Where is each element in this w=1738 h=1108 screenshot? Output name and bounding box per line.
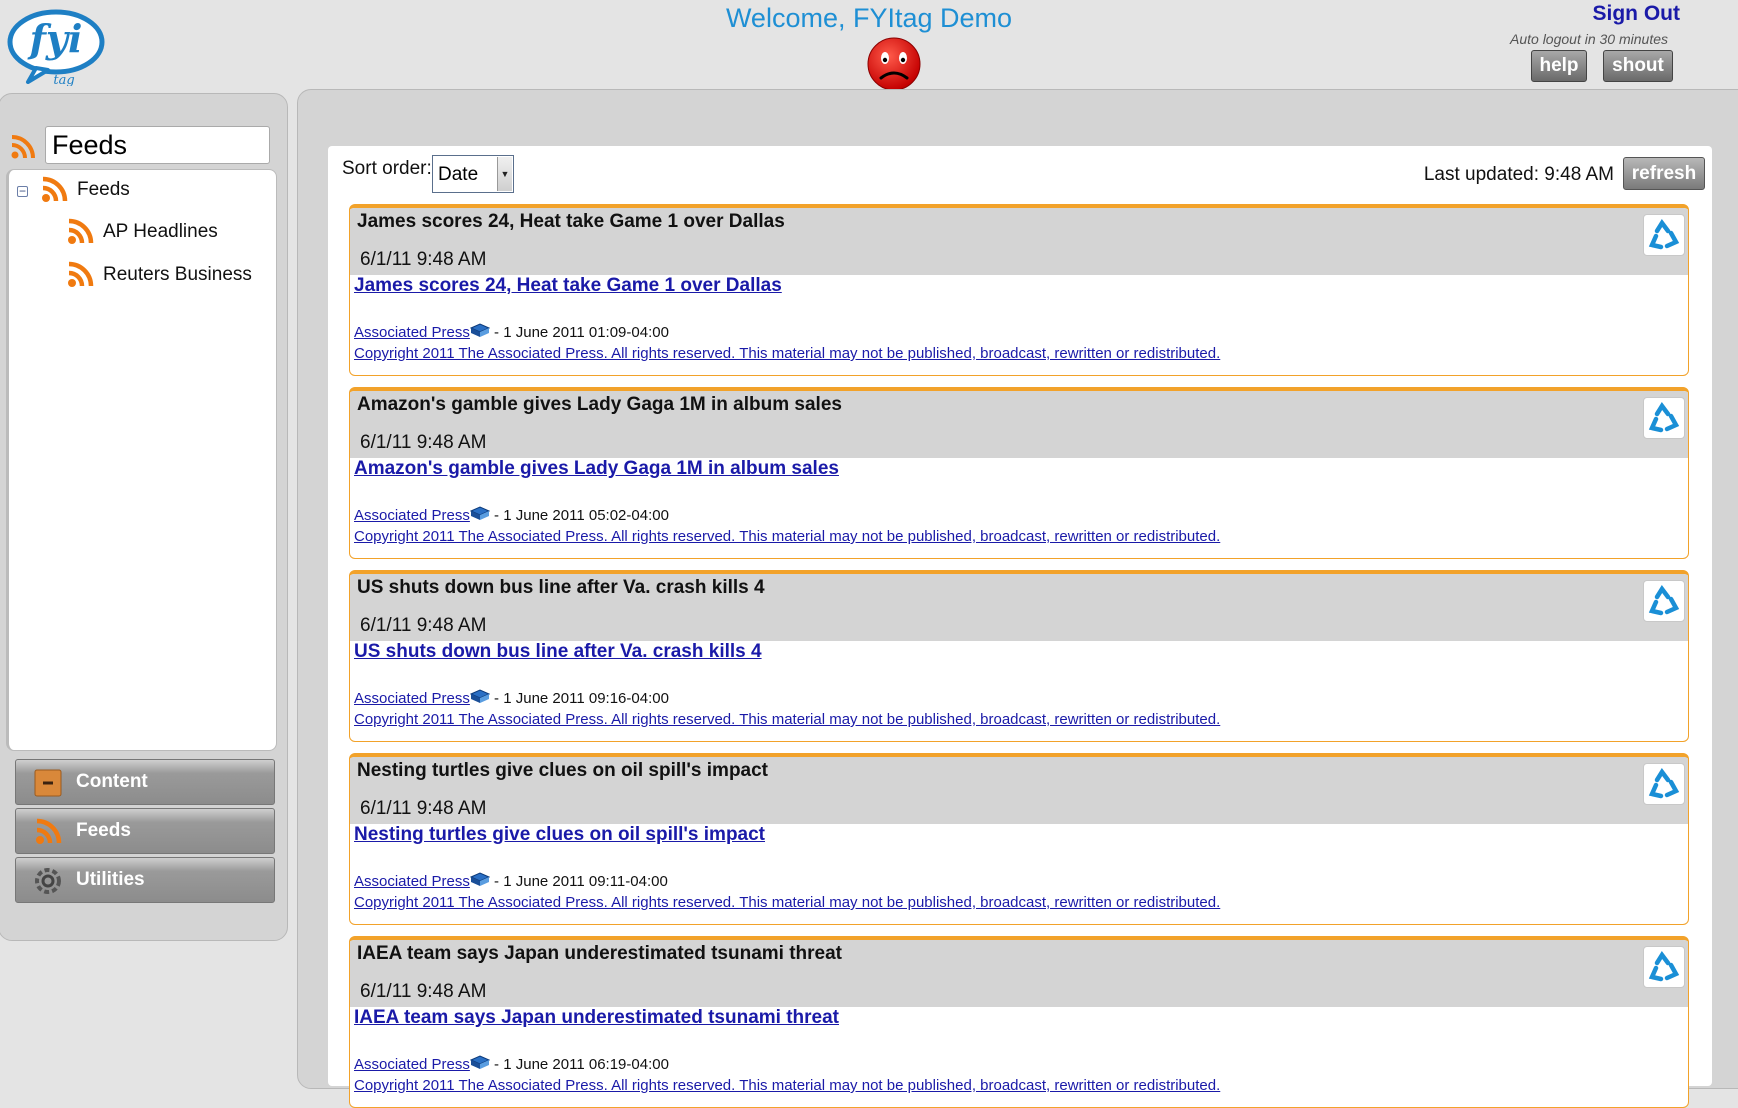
recycle-button[interactable] bbox=[1643, 580, 1685, 622]
refresh-button[interactable]: refresh bbox=[1623, 157, 1705, 190]
recycle-button[interactable] bbox=[1643, 397, 1685, 439]
feed-item-header: Amazon's gamble gives Lady Gaga 1M in al… bbox=[350, 391, 1688, 458]
recycle-button[interactable] bbox=[1643, 946, 1685, 988]
feed-item-source-line: Associated Press - 1 June 2011 01:09-04:… bbox=[354, 323, 669, 341]
recycle-button[interactable] bbox=[1643, 214, 1685, 256]
feed-item-title: Amazon's gamble gives Lady Gaga 1M in al… bbox=[357, 394, 842, 415]
feed-item-header: Nesting turtles give clues on oil spill'… bbox=[350, 757, 1688, 824]
last-updated-text: Last updated: 9:48 AM bbox=[1423, 164, 1614, 185]
copyright-link[interactable]: Copyright 2011 The Associated Press. All… bbox=[354, 1077, 1220, 1094]
content-icon bbox=[34, 769, 62, 797]
nav-label: Feeds bbox=[76, 820, 131, 841]
book-icon[interactable] bbox=[469, 323, 490, 339]
nav-feeds-button[interactable]: Feeds bbox=[15, 808, 275, 854]
feed-item-card: James scores 24, Heat take Game 1 over D… bbox=[349, 204, 1689, 376]
feed-item-date: 6/1/11 9:48 AM bbox=[360, 249, 487, 270]
published-date: - 1 June 2011 05:02-04:00 bbox=[489, 507, 669, 524]
copyright-link[interactable]: Copyright 2011 The Associated Press. All… bbox=[354, 345, 1220, 362]
recycle-icon bbox=[1648, 402, 1680, 433]
recycle-icon bbox=[1648, 768, 1680, 799]
tree-item-label: Feeds bbox=[77, 179, 130, 200]
nav-label: Utilities bbox=[76, 869, 145, 890]
copyright-link[interactable]: Copyright 2011 The Associated Press. All… bbox=[354, 528, 1220, 545]
feed-item-title: US shuts down bus line after Va. crash k… bbox=[357, 577, 765, 598]
feed-item-date: 6/1/11 9:48 AM bbox=[360, 432, 487, 453]
sort-order-select[interactable]: Date ▼ bbox=[432, 155, 514, 193]
source-link[interactable]: Associated Press bbox=[354, 324, 470, 341]
logo-sub-text: tag bbox=[53, 73, 74, 86]
feed-tree bbox=[6, 169, 277, 751]
feed-item-source-line: Associated Press - 1 June 2011 05:02-04:… bbox=[354, 506, 669, 524]
nav-utilities-button[interactable]: Utilities bbox=[15, 857, 275, 903]
rss-icon bbox=[42, 176, 68, 202]
shout-button[interactable]: shout bbox=[1603, 50, 1673, 82]
book-icon[interactable] bbox=[469, 506, 490, 522]
help-button[interactable]: help bbox=[1531, 50, 1587, 82]
rss-icon bbox=[10, 134, 35, 159]
published-date: - 1 June 2011 09:11-04:00 bbox=[489, 873, 668, 890]
feed-item-header: James scores 24, Heat take Game 1 over D… bbox=[350, 208, 1688, 275]
feed-item-title: James scores 24, Heat take Game 1 over D… bbox=[357, 211, 785, 232]
chevron-down-icon: ▼ bbox=[497, 157, 512, 191]
feed-item-date: 6/1/11 9:48 AM bbox=[360, 981, 487, 1002]
rss-icon bbox=[68, 218, 94, 244]
feed-item-card: Nesting turtles give clues on oil spill'… bbox=[349, 753, 1689, 925]
published-date: - 1 June 2011 01:09-04:00 bbox=[489, 324, 669, 341]
feed-item-title: Nesting turtles give clues on oil spill'… bbox=[357, 760, 769, 781]
feed-item-link[interactable]: IAEA team says Japan underestimated tsun… bbox=[354, 1007, 839, 1029]
feed-item-link[interactable]: US shuts down bus line after Va. crash k… bbox=[354, 641, 762, 663]
recycle-icon bbox=[1648, 951, 1680, 982]
panel-title: Feeds bbox=[45, 126, 270, 164]
sort-order-label: Sort order: bbox=[342, 158, 432, 179]
published-date: - 1 June 2011 09:16-04:00 bbox=[489, 690, 669, 707]
tree-item-label: Reuters Business bbox=[103, 264, 252, 285]
auto-logout-notice: Auto logout in 30 minutes bbox=[1510, 31, 1668, 47]
feed-item-header: US shuts down bus line after Va. crash k… bbox=[350, 574, 1688, 641]
book-icon[interactable] bbox=[469, 1055, 490, 1071]
source-link[interactable]: Associated Press bbox=[354, 1056, 470, 1073]
copyright-link[interactable]: Copyright 2011 The Associated Press. All… bbox=[354, 894, 1220, 911]
feed-item-link[interactable]: Nesting turtles give clues on oil spill'… bbox=[354, 824, 765, 846]
welcome-message: Welcome, FYItag Demo bbox=[725, 3, 1013, 33]
recycle-icon bbox=[1648, 219, 1680, 250]
nav-label: Content bbox=[76, 771, 148, 792]
feed-item-date: 6/1/11 9:48 AM bbox=[360, 798, 487, 819]
sort-order-value: Date bbox=[438, 164, 479, 185]
feed-item-source-line: Associated Press - 1 June 2011 09:16-04:… bbox=[354, 689, 669, 707]
source-link[interactable]: Associated Press bbox=[354, 873, 470, 890]
sad-face-icon bbox=[866, 36, 922, 92]
collapse-icon[interactable]: − bbox=[17, 185, 28, 197]
feed-item-source-line: Associated Press - 1 June 2011 06:19-04:… bbox=[354, 1055, 669, 1073]
source-link[interactable]: Associated Press bbox=[354, 690, 470, 707]
rss-icon bbox=[68, 261, 94, 287]
sign-out-link[interactable]: Sign Out bbox=[1593, 2, 1681, 26]
recycle-button[interactable] bbox=[1643, 763, 1685, 805]
utilities-icon bbox=[35, 868, 61, 894]
feed-item-link[interactable]: Amazon's gamble gives Lady Gaga 1M in al… bbox=[354, 458, 839, 480]
book-icon[interactable] bbox=[469, 689, 490, 705]
feed-item-link[interactable]: James scores 24, Heat take Game 1 over D… bbox=[354, 275, 782, 297]
feed-item-date: 6/1/11 9:48 AM bbox=[360, 615, 487, 636]
feed-item-card: Amazon's gamble gives Lady Gaga 1M in al… bbox=[349, 387, 1689, 559]
copyright-link[interactable]: Copyright 2011 The Associated Press. All… bbox=[354, 711, 1220, 728]
tree-item-label: AP Headlines bbox=[103, 221, 218, 242]
feed-item-card: IAEA team says Japan underestimated tsun… bbox=[349, 936, 1689, 1108]
rss-icon bbox=[36, 818, 62, 844]
source-link[interactable]: Associated Press bbox=[354, 507, 470, 524]
feed-item-header: IAEA team says Japan underestimated tsun… bbox=[350, 940, 1688, 1007]
book-icon[interactable] bbox=[469, 872, 490, 888]
recycle-icon bbox=[1648, 585, 1680, 616]
published-date: - 1 June 2011 06:19-04:00 bbox=[489, 1056, 669, 1073]
feed-item-title: IAEA team says Japan underestimated tsun… bbox=[357, 943, 843, 964]
feed-item-card: US shuts down bus line after Va. crash k… bbox=[349, 570, 1689, 742]
nav-content-button[interactable]: Content bbox=[15, 759, 275, 805]
feed-item-source-line: Associated Press - 1 June 2011 09:11-04:… bbox=[354, 872, 668, 890]
